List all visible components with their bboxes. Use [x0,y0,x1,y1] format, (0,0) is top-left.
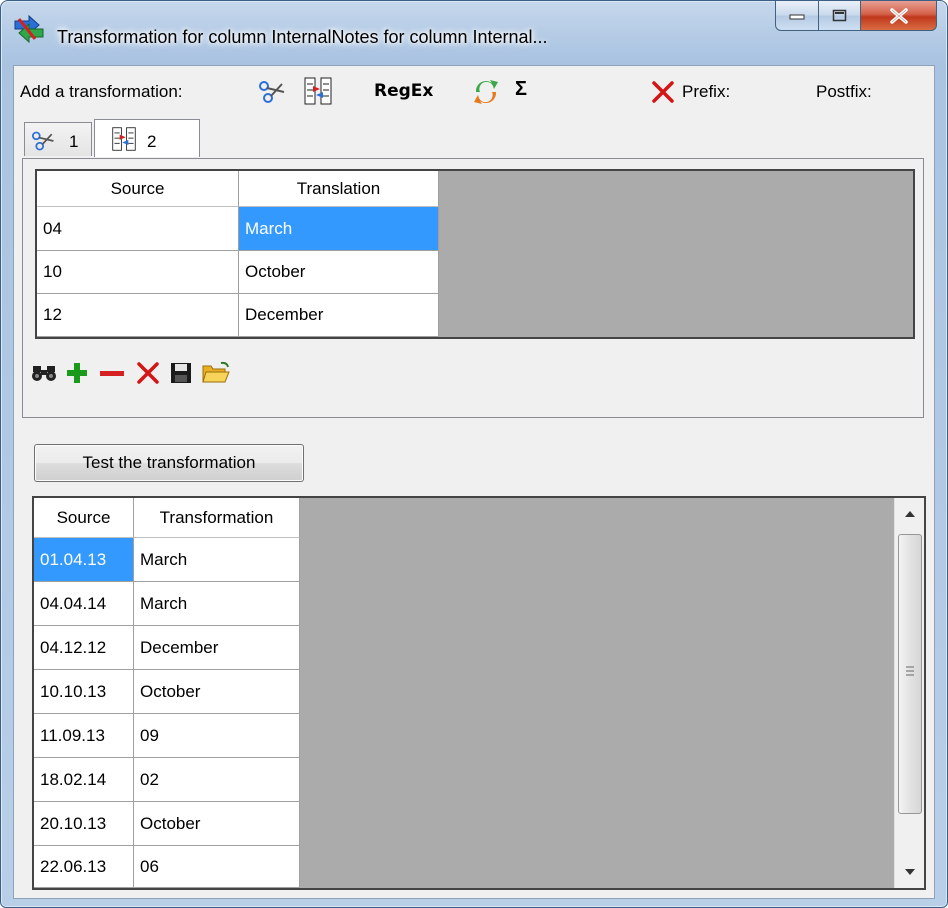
translation-grid[interactable]: Source Translation 04 March 10 October 1… [35,169,915,339]
scrollbar-thumb[interactable] [898,534,922,814]
maximize-icon [832,9,846,21]
regex-button[interactable]: RegEx [374,81,433,101]
translate-columns-icon [112,127,136,151]
sigma-icon[interactable]: Σ [515,78,527,101]
table-cell-transformation[interactable]: March [134,538,300,582]
swap-arrows-icon[interactable] [472,78,500,106]
tab-2-label: 2 [147,132,157,151]
prefix-label: Prefix: [682,82,731,101]
scissors-icon[interactable] [258,78,288,106]
table-cell-source[interactable]: 20.10.13 [34,802,134,846]
table-cell-transformation[interactable]: March [134,582,300,626]
postfix-box[interactable]: Postfix: [806,78,906,106]
column-header-source[interactable]: Source [37,171,239,207]
column-header-source[interactable]: Source [34,498,134,538]
save-disk-icon[interactable] [169,361,193,385]
binoculars-icon[interactable] [31,363,57,383]
table-cell-transformation[interactable]: October [134,802,300,846]
table-cell-source[interactable]: 12 [37,294,239,337]
minimize-icon [789,14,805,19]
open-folder-icon[interactable] [201,360,231,386]
table-cell-source[interactable]: 22.06.13 [34,846,134,888]
delete-x-icon[interactable] [135,360,161,386]
table-cell-transformation[interactable]: 09 [134,714,300,758]
close-button[interactable] [861,1,937,31]
tab-1-label: 1 [69,132,79,151]
table-cell-source[interactable]: 04.12.12 [34,626,134,670]
table-cell-source[interactable]: 10.10.13 [34,670,134,714]
table-cell-source[interactable]: 18.02.14 [34,758,134,802]
table-cell-translation-selected[interactable]: March [239,207,439,251]
column-header-translation[interactable]: Translation [239,171,439,207]
add-transformation-toolbar: Add a transformation: RegEx Σ Prefix: Po… [14,66,934,118]
close-icon [889,7,908,24]
table-cell-transformation[interactable]: December [134,626,300,670]
title-bar[interactable]: Transformation for column InternalNotes … [1,1,947,59]
table-cell-transformation[interactable]: 02 [134,758,300,802]
transformation-window: Transformation for column InternalNotes … [0,0,948,908]
minimize-button[interactable] [775,1,819,31]
scissors-icon [32,131,54,151]
table-cell-source[interactable]: 04 [37,207,239,251]
table-cell-translation[interactable]: December [239,294,439,337]
scroll-down-arrow-icon[interactable] [904,868,916,876]
client-area: Add a transformation: RegEx Σ Prefix: Po… [13,65,935,899]
table-cell-source[interactable]: 10 [37,251,239,294]
remove-minus-icon[interactable] [99,361,125,385]
vertical-scrollbar[interactable] [894,498,924,888]
thumb-grip-icon [906,666,914,676]
column-header-transformation[interactable]: Transformation [134,498,300,538]
table-cell-translation[interactable]: October [239,251,439,294]
app-transform-icon [14,15,44,43]
window-title: Transformation for column InternalNotes … [57,27,548,47]
tab-1[interactable]: 1 [24,122,92,156]
postfix-label: Postfix: [816,82,872,101]
result-grid[interactable]: Source Transformation 01.04.13 March 04.… [32,496,926,890]
test-transformation-button[interactable]: Test the transformation [34,444,304,482]
tab-2[interactable]: 2 [94,119,200,157]
table-cell-source-selected[interactable]: 01.04.13 [34,538,134,582]
translate-columns-icon[interactable] [304,76,332,106]
add-plus-icon[interactable] [65,361,89,385]
table-cell-source[interactable]: 04.04.14 [34,582,134,626]
caption-buttons [775,1,937,31]
tab-panel: Source Translation 04 March 10 October 1… [22,158,924,418]
grid-toolbar [27,351,917,395]
delete-red-x-icon[interactable] [650,79,676,105]
add-transformation-label: Add a transformation: [20,82,183,101]
maximize-button[interactable] [819,1,861,31]
table-cell-source[interactable]: 11.09.13 [34,714,134,758]
table-cell-transformation[interactable]: October [134,670,300,714]
scroll-up-arrow-icon[interactable] [904,510,916,518]
table-cell-transformation[interactable]: 06 [134,846,300,888]
